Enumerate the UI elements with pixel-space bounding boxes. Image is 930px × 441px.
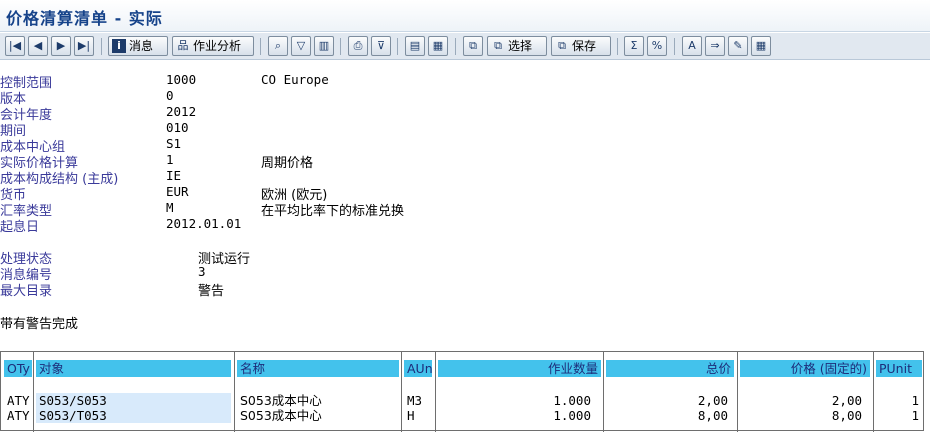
copy-layout-button[interactable]: ⧉ — [463, 36, 483, 56]
save-layout-icon: ⧉ — [558, 39, 566, 52]
filter-icon: ▽ — [296, 39, 306, 52]
next-page-button[interactable]: ▶ — [51, 36, 71, 56]
cell-activity-qty: 1.000 — [553, 393, 591, 408]
first-page-icon: |◀ — [8, 39, 22, 52]
columns-icon: ▥ — [318, 39, 330, 52]
cell-punit: 1 — [911, 408, 919, 423]
find-button[interactable]: ⌕ — [268, 36, 288, 56]
transfer-icon: ⇒ — [710, 39, 720, 52]
field-value: IE — [166, 168, 182, 183]
subtotal-icon: % — [651, 39, 663, 52]
column-header-name[interactable]: 名称 — [237, 360, 399, 377]
column-header-activity-qty[interactable]: 作业数量 — [438, 360, 601, 377]
prev-page-button[interactable]: ◀ — [28, 36, 48, 56]
transfer-button[interactable]: ⇒ — [705, 36, 725, 56]
messages-button[interactable]: i 消息 — [108, 36, 168, 56]
subtotal-button[interactable]: % — [647, 36, 667, 56]
cell-total-price: 2,00 — [697, 393, 728, 408]
filter-button[interactable]: ▽ — [291, 36, 311, 56]
last-page-icon: ▶| — [77, 39, 91, 52]
field-value: 1 — [166, 152, 174, 167]
field-text: 周期价格 — [261, 156, 314, 171]
column-header-oty[interactable]: OTy — [4, 360, 32, 377]
cell-object[interactable]: S053/S053 — [36, 393, 231, 408]
column-header-aun[interactable]: AUn — [404, 360, 432, 377]
cell-oty: ATY — [7, 393, 30, 408]
abc-analysis-button[interactable]: A — [682, 36, 702, 56]
export-icon: ▤ — [409, 39, 421, 52]
column-header-price-fixed[interactable]: 价格 (固定的) — [740, 360, 870, 377]
abc-icon: A — [688, 39, 696, 52]
cell-aun: H — [407, 408, 415, 423]
first-page-button[interactable]: |◀ — [5, 36, 25, 56]
find-icon: ⌕ — [274, 39, 282, 52]
cell-aun: M3 — [407, 393, 423, 408]
cell-name: S053成本中心 — [240, 393, 322, 408]
cell-name: S053成本中心 — [240, 408, 322, 423]
cell-punit: 1 — [911, 393, 919, 408]
column-header-object[interactable]: 对象 — [36, 360, 231, 377]
column-header-punit[interactable]: PUnit — [876, 360, 922, 377]
field-value: 2012.01.01 — [166, 216, 242, 231]
sum-icon: Σ — [630, 39, 638, 52]
edit-icon: ✎ — [733, 39, 743, 52]
select-layout-button[interactable]: ⧉ 选择 — [487, 36, 547, 56]
columns-button[interactable]: ▥ — [314, 36, 334, 56]
field-value: 2012 — [166, 104, 197, 119]
field-value: 010 — [166, 120, 189, 135]
field-value: 0 — [166, 88, 174, 103]
spreadsheet-icon: ▦ — [755, 39, 767, 52]
print-button[interactable]: ⎙ — [348, 36, 368, 56]
status-value: 3 — [198, 264, 206, 279]
save-layout-button[interactable]: ⧉ 保存 — [551, 36, 611, 56]
spreadsheet-button[interactable]: ▦ — [751, 36, 771, 56]
field-value: 1000 — [166, 72, 197, 87]
cell-oty: ATY — [7, 408, 30, 423]
export-list-button[interactable]: ▦ — [428, 36, 448, 56]
field-label: 起息日 — [0, 220, 40, 235]
export-button[interactable]: ▤ — [405, 36, 425, 56]
sum-button[interactable]: Σ — [624, 36, 644, 56]
application-toolbar: |◀ ◀ ▶ ▶| i 消息 品作业分析 ⌕ ▽ ▥ ⎙ ⊽ ▤ ▦ ⧉ ⧉ 选择 … — [0, 33, 930, 60]
field-value: S1 — [166, 136, 182, 151]
edit-button[interactable]: ✎ — [728, 36, 748, 56]
completion-message: 带有警告完成 — [0, 317, 79, 332]
field-value: EUR — [166, 184, 189, 199]
hierarchy-icon: 品 — [177, 39, 189, 52]
info-icon: i — [112, 39, 126, 53]
cell-price-fixed: 8,00 — [831, 408, 862, 423]
field-text: 在平均比率下的标准兑换 — [261, 204, 405, 219]
activity-analysis-button[interactable]: 品作业分析 — [172, 36, 254, 56]
status-value: 警告 — [198, 284, 225, 299]
next-page-icon: ▶ — [56, 39, 66, 52]
status-label: 最大目录 — [0, 284, 53, 299]
result-table: OTy 对象 名称 AUn 作业数量 总价 价格 (固定的) PUnit ATY… — [0, 351, 924, 432]
select-layout-icon: ⧉ — [494, 39, 502, 52]
field-text: CO Europe — [261, 72, 329, 87]
copy-icon: ⧉ — [469, 39, 477, 52]
export-list-icon: ▦ — [432, 39, 444, 52]
status-value: 测试运行 — [198, 252, 251, 267]
prev-page-icon: ◀ — [33, 39, 43, 52]
cell-object[interactable]: S053/T053 — [36, 408, 231, 423]
title-bar: 价格清算清单 - 实际 — [0, 0, 930, 32]
field-value: M — [166, 200, 174, 215]
sort-filter-button[interactable]: ⊽ — [371, 36, 391, 56]
window-title: 价格清算清单 - 实际 — [6, 9, 163, 28]
cell-activity-qty: 1.000 — [553, 408, 591, 423]
column-header-total-price[interactable]: 总价 — [606, 360, 734, 377]
print-icon: ⎙ — [353, 39, 363, 52]
last-page-button[interactable]: ▶| — [74, 36, 94, 56]
cell-price-fixed: 2,00 — [831, 393, 862, 408]
sort-filter-icon: ⊽ — [376, 39, 386, 52]
cell-total-price: 8,00 — [697, 408, 728, 423]
